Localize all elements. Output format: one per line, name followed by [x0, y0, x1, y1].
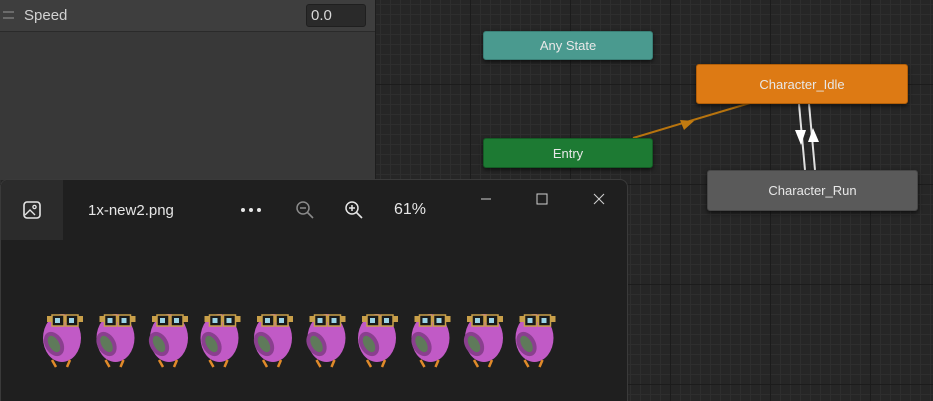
maximize-icon[interactable] — [527, 188, 557, 210]
zoom-level: 61% — [394, 201, 427, 218]
sprite-sheet-image — [43, 314, 556, 368]
entry-to-idle-transition — [632, 102, 751, 139]
parameter-name: Speed — [24, 7, 68, 24]
parameters-panel: Speed 0.0 — [0, 0, 376, 180]
sprite-frame — [411, 314, 451, 368]
sprite-frame — [515, 314, 556, 368]
character-idle-node[interactable]: Character_Idle — [696, 64, 908, 104]
minimize-icon[interactable] — [471, 188, 501, 210]
viewer-titlebar: 1x-new2.png 61% — [1, 180, 627, 240]
image-viewer-window: 1x-new2.png 61% — [0, 179, 628, 401]
sprite-frame — [253, 314, 293, 368]
zoom-in-icon[interactable] — [340, 196, 368, 224]
sprite-frame — [200, 314, 241, 368]
sprite-frame — [463, 314, 503, 368]
entry-node[interactable]: Entry — [483, 138, 653, 168]
sprite-frame — [358, 314, 398, 368]
sprite-frame — [96, 314, 136, 368]
parameter-value-input[interactable]: 0.0 — [306, 4, 366, 27]
image-icon[interactable] — [1, 180, 63, 240]
idle-run-transition-b — [808, 103, 816, 171]
transition-arrow-icon — [680, 120, 694, 130]
sprite-frame — [43, 314, 83, 368]
sprite-frame — [306, 314, 346, 368]
transition-down-arrow-icon — [795, 130, 806, 145]
sprite-frame — [148, 314, 188, 368]
ellipsis-icon[interactable] — [237, 196, 265, 224]
file-name: 1x-new2.png — [88, 202, 174, 219]
transition-up-arrow-icon — [808, 128, 819, 142]
any-state-node[interactable]: Any State — [483, 31, 653, 60]
idle-run-transition-a — [798, 103, 806, 171]
character-run-node[interactable]: Character_Run — [707, 170, 918, 211]
drag-handle-icon[interactable] — [3, 11, 14, 19]
close-icon[interactable] — [584, 188, 614, 210]
parameter-row-speed[interactable]: Speed 0.0 — [0, 0, 375, 32]
zoom-out-icon[interactable] — [291, 196, 319, 224]
